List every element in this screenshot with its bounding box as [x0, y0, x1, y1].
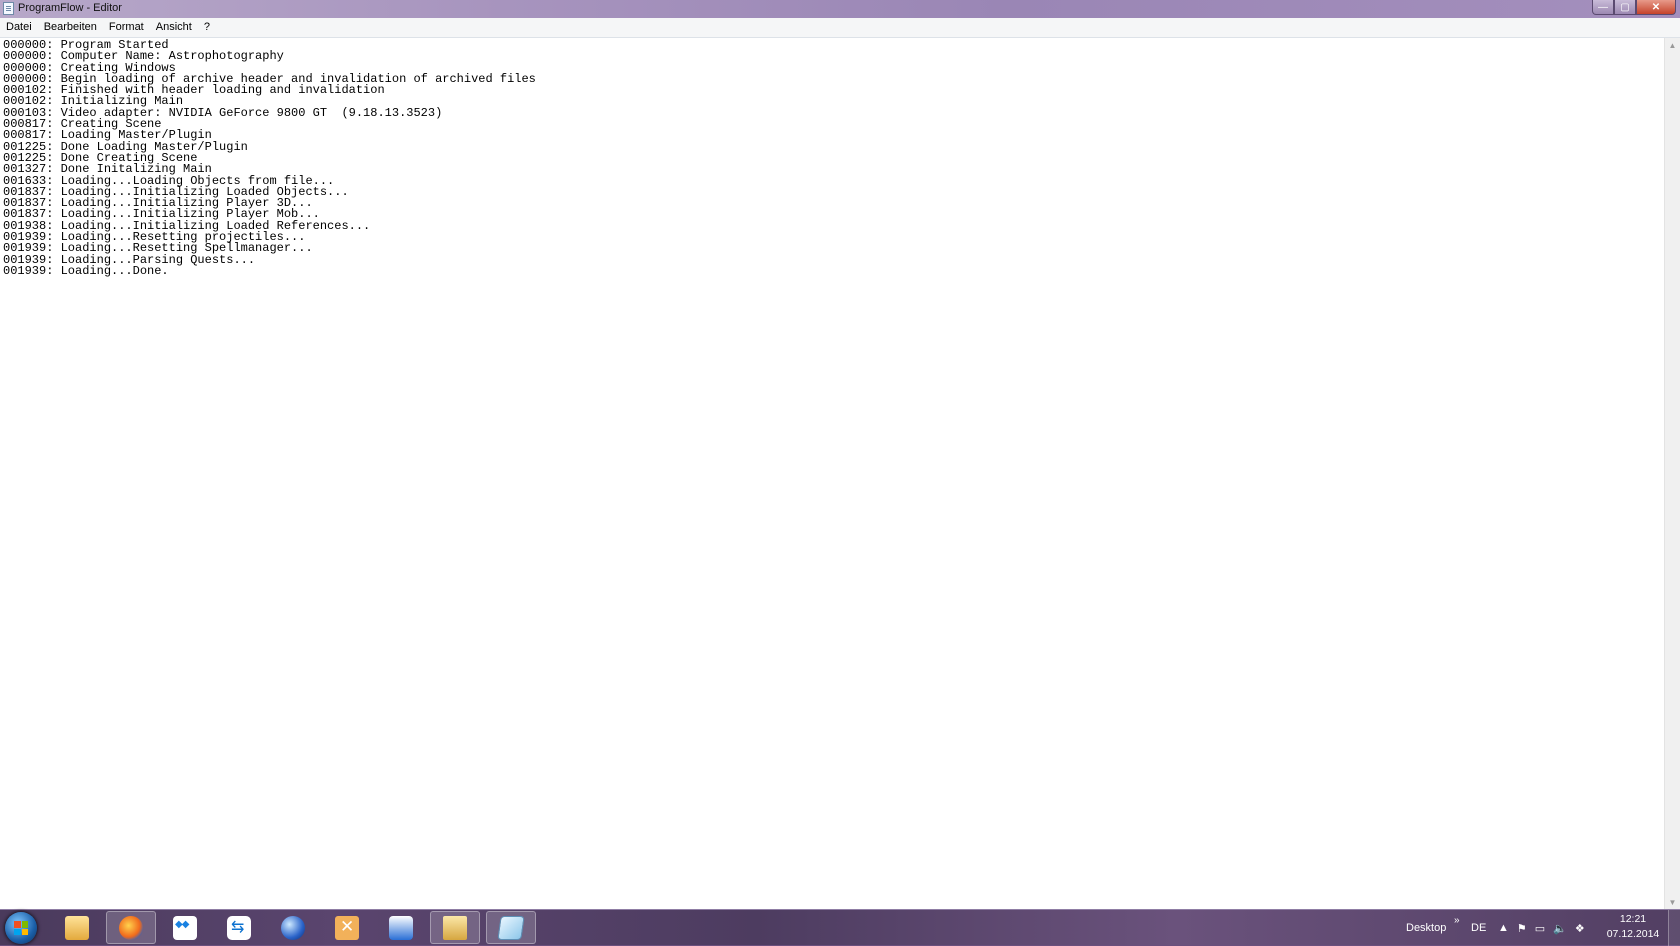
taskbar-explorer[interactable]: [52, 911, 102, 944]
window-controls: — ▢ ✕: [1592, 0, 1676, 15]
network-icon[interactable]: ▭: [1535, 922, 1545, 935]
teamviewer-icon: [227, 915, 251, 940]
editor-content[interactable]: 000000: Program Started 000000: Computer…: [0, 38, 1664, 277]
taskbar-firefox[interactable]: [106, 911, 156, 944]
text-editor-area[interactable]: 000000: Program Started 000000: Computer…: [0, 38, 1664, 909]
explorer-icon: [65, 915, 89, 940]
start-button[interactable]: [5, 912, 37, 944]
taskbar-dropbox[interactable]: [160, 911, 210, 944]
window-title: ProgramFlow - Editor: [18, 2, 122, 14]
windows-logo-icon: [14, 921, 28, 935]
vertical-scrollbar[interactable]: ▲ ▼: [1664, 38, 1680, 909]
title-bar[interactable]: ProgramFlow - Editor — ▢ ✕: [0, 0, 1680, 18]
taskbar-x-app[interactable]: [322, 911, 372, 944]
clock-time: 12:21: [1619, 913, 1647, 925]
menu-bearbeiten[interactable]: Bearbeiten: [38, 18, 103, 37]
taskbar-teamviewer[interactable]: [214, 911, 264, 944]
minimize-button[interactable]: —: [1592, 0, 1614, 15]
taskbar-notepad[interactable]: [486, 911, 536, 944]
notepad-app-icon: [3, 2, 14, 15]
menu-help[interactable]: ?: [198, 18, 216, 37]
menu-datei[interactable]: Datei: [0, 18, 38, 37]
blue-app-icon: [389, 915, 413, 940]
editor-line: 001939: Loading...Done.: [3, 263, 169, 278]
system-tray: ▲ ⚑ ▭ 🔈 ❖: [1498, 910, 1585, 946]
desktop-toolbar-label[interactable]: Desktop: [1406, 910, 1446, 946]
scroll-down-arrow-icon[interactable]: ▼: [1665, 895, 1680, 909]
show-desktop-button[interactable]: [1668, 910, 1680, 946]
x-app-icon: [335, 915, 359, 940]
tray-arrow-icon[interactable]: ▲: [1498, 922, 1509, 934]
folder-icon: [443, 915, 467, 940]
taskbar-folder[interactable]: [430, 911, 480, 944]
close-button[interactable]: ✕: [1636, 0, 1676, 15]
menu-ansicht[interactable]: Ansicht: [150, 18, 198, 37]
scroll-up-arrow-icon[interactable]: ▲: [1665, 38, 1680, 52]
taskbar: Desktop » DE ▲ ⚑ ▭ 🔈 ❖ 12:21 07.12.2014: [0, 909, 1680, 946]
firefox-icon: [119, 915, 143, 940]
clock[interactable]: 12:21 07.12.2014: [1600, 912, 1666, 942]
action-center-flag-icon[interactable]: ⚑: [1517, 922, 1527, 935]
menu-bar: Datei Bearbeiten Format Ansicht ?: [0, 18, 1680, 38]
google-earth-icon: [281, 915, 305, 940]
dropbox-icon: [173, 915, 197, 940]
maximize-button[interactable]: ▢: [1614, 0, 1636, 15]
clock-date: 07.12.2014: [1606, 928, 1660, 940]
dropbox-tray-icon[interactable]: ❖: [1575, 922, 1585, 935]
taskbar-google-earth[interactable]: [268, 911, 318, 944]
chevron-icon[interactable]: »: [1454, 902, 1460, 938]
menu-format[interactable]: Format: [103, 18, 150, 37]
notepad-icon: [497, 915, 525, 940]
language-indicator[interactable]: DE: [1471, 910, 1486, 946]
volume-icon[interactable]: 🔈: [1553, 922, 1567, 935]
taskbar-blue-app[interactable]: [376, 911, 426, 944]
